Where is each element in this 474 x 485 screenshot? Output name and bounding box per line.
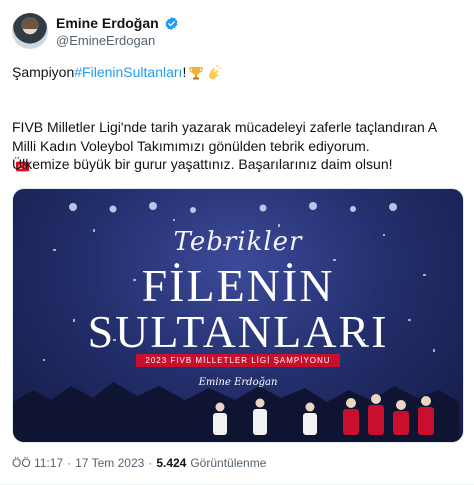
hashtag-link[interactable]: #FileninSultanları [74,63,182,82]
avatar[interactable] [12,13,48,49]
meta-separator: · [67,456,72,470]
clapping-hands-icon [209,64,222,79]
tweet: Emine Erdoğan @EmineErdogan Şampiyon #Fi… [0,0,474,485]
media-title-line2: SULTANLARI [87,306,389,357]
tweet-paragraph-2-text: FIVB Milletler Ligi'nde tarih yazarak mü… [12,119,437,154]
tweet-paragraph-3: Ülkemize büyük bir gurur yaşattınız. Baş… [12,156,393,172]
views-count: 5.424 [156,456,187,470]
trophy-icon [189,66,204,79]
tweet-line1: Şampiyon #FileninSultanları! [12,63,462,82]
tweet-media-image[interactable]: Tebrikler FİLENİN SULTANLARI 2023 FIVB M… [12,188,464,443]
author-handle[interactable]: @EmineErdogan [56,33,155,48]
tweet-line1-prefix: Şampiyon [12,64,75,80]
media-ribbon: 2023 FIVB MİLLETLER LİGİ ŞAMPİYONU [136,354,340,367]
author-display-name[interactable]: Emine Erdoğan [56,15,159,31]
tweet-metadata: ÖÖ 11:17 · 17 Tem 2023 · 5.424 Görüntüle… [12,456,266,470]
media-heading-script: Tebrikler [173,227,303,257]
author-name-row: Emine Erdoğan [56,14,179,32]
tweet-date[interactable]: 17 Tem 2023 [75,456,144,470]
tweet-line1-suffix: ! [182,64,187,80]
meta-separator-2: · [148,456,153,470]
avatar-hair [21,17,39,29]
verified-badge-icon [165,16,178,30]
views-label: Görüntülenme [190,456,267,470]
tweet-time[interactable]: ÖÖ 11:17 [12,456,63,470]
media-signature: Emine Erdoğan [198,377,278,388]
